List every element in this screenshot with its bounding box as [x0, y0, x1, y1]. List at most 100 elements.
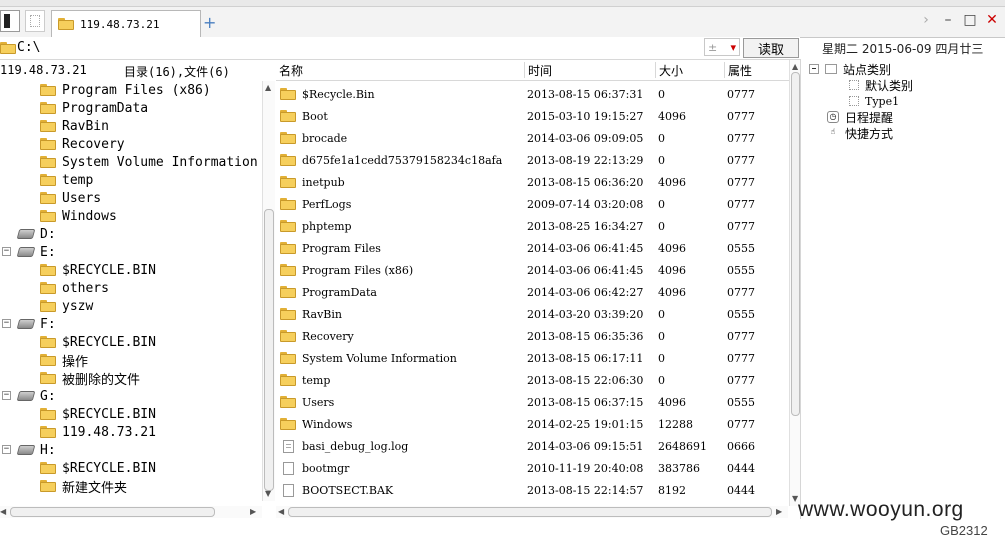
file-row[interactable]: Windows 2014-02-25 19:01:15 12288 0777	[276, 413, 788, 435]
file-name-cell: BOOTSECT.BAK	[280, 483, 393, 497]
tree-folder[interactable]: Windows	[40, 207, 117, 225]
tree-folder[interactable]: System Volume Information	[40, 153, 258, 171]
file-row[interactable]: RavBin 2014-03-20 03:39:20 0 0555	[276, 303, 788, 325]
file-row[interactable]: Boot 2015-03-10 19:15:27 4096 0777	[276, 105, 788, 127]
file-row[interactable]: $Recycle.Bin 2013-08-15 06:37:31 0 0777	[276, 83, 788, 105]
column-name[interactable]: 名称	[276, 62, 303, 78]
file-row[interactable]: basi_debug_log.log 2014-03-06 09:15:51 264…	[276, 435, 788, 457]
charset-dropdown[interactable]: ± ▾	[704, 38, 740, 56]
scroll-thumb[interactable]	[288, 507, 772, 517]
path-input[interactable]: C:\	[17, 40, 40, 55]
file-attr: 0777	[727, 373, 755, 387]
tree-item-label: 操作	[62, 354, 89, 370]
scroll-left-icon[interactable]: ◀	[278, 507, 284, 516]
scroll-thumb[interactable]	[10, 507, 215, 517]
site-tree-item[interactable]: ☝ 快捷方式	[809, 125, 893, 141]
file-row[interactable]: temp 2013-08-15 22:06:30 0 0777	[276, 369, 788, 391]
file-attr: 0777	[727, 109, 755, 123]
tree-vertical-scrollbar[interactable]: ▲ ▼	[262, 81, 275, 501]
tree-folder[interactable]: Users	[40, 189, 101, 207]
tree-folder[interactable]: others	[40, 279, 109, 297]
file-row[interactable]: BOOTSECT.BAK 2013-08-15 22:14:57 8192 0444	[276, 479, 788, 501]
add-tab-button[interactable]: +	[203, 13, 216, 32]
column-time[interactable]: 时间	[524, 62, 552, 78]
tree-folder[interactable]: $RECYCLE.BIN	[40, 333, 156, 351]
file-row[interactable]: bootmgr 2010-11-19 20:40:08 383786 0444	[276, 457, 788, 479]
tree-drive[interactable]: − E:	[2, 243, 56, 261]
file-row[interactable]: System Volume Information 2013-08-15 06:1…	[276, 347, 788, 369]
tree-folder[interactable]: ProgramData	[40, 99, 148, 117]
tree-folder[interactable]: Recovery	[40, 135, 125, 153]
file-time: 2013-08-15 06:17:11	[527, 351, 644, 365]
file-row[interactable]: ProgramData 2014-03-06 06:42:27 4096 0777	[276, 281, 788, 303]
file-name: Program Files	[302, 241, 381, 255]
tab-bar: 119.48.73.21 + › – □ ✕	[0, 7, 1005, 38]
tree-folder[interactable]: 119.48.73.21	[40, 423, 156, 441]
scroll-thumb[interactable]	[791, 72, 800, 416]
collapse-icon[interactable]: −	[2, 445, 11, 454]
scroll-thumb[interactable]	[264, 209, 274, 491]
column-size[interactable]: 大小	[655, 62, 683, 78]
tree-item-label: 被删除的文件	[62, 372, 141, 388]
file-row[interactable]: PerfLogs 2009-07-14 03:20:08 0 0777	[276, 193, 788, 215]
tree-folder[interactable]: RavBin	[40, 117, 109, 135]
tab-active[interactable]: 119.48.73.21	[51, 10, 201, 37]
collapse-icon[interactable]: −	[2, 319, 11, 328]
maximize-button[interactable]: □	[961, 11, 979, 29]
read-button[interactable]: 读取	[743, 38, 799, 58]
tree-drive[interactable]: − G:	[2, 387, 56, 405]
file-row[interactable]: Users 2013-08-15 06:37:15 4096 0555	[276, 391, 788, 413]
file-row[interactable]: inetpub 2013-08-15 06:36:20 4096 0777	[276, 171, 788, 193]
scroll-right-icon[interactable]: ▶	[250, 507, 256, 516]
minimize-button[interactable]: –	[939, 11, 957, 29]
panel-toggle-button[interactable]	[0, 10, 20, 32]
shortcut-icon: ☝	[830, 127, 836, 136]
tree-drive[interactable]: D:	[16, 225, 56, 243]
tree-folder[interactable]: $RECYCLE.BIN	[40, 261, 156, 279]
file-name: basi_debug_log.log	[302, 439, 409, 453]
tree-folder[interactable]: 新建文件夹	[40, 477, 127, 496]
file-row[interactable]: d675fe1a1cedd75379158234c18afa 2013-08-19…	[276, 149, 788, 171]
close-button[interactable]: ✕	[983, 11, 1001, 29]
tree-drive[interactable]: − H:	[2, 441, 56, 459]
collapse-icon[interactable]: −	[2, 391, 11, 400]
file-attr: 0555	[727, 263, 755, 277]
file-row[interactable]: Recovery 2013-08-15 06:35:36 0 0777	[276, 325, 788, 347]
tree-folder[interactable]: Program Files (x86)	[40, 81, 211, 99]
collapse-icon[interactable]	[809, 64, 819, 74]
site-tree-item[interactable]: Type1	[849, 93, 899, 109]
list-horizontal-scrollbar[interactable]: ◀ ▶	[276, 506, 788, 518]
collapse-icon[interactable]: −	[2, 247, 11, 256]
file-name: Users	[302, 395, 335, 409]
scroll-right-icon[interactable]: ▶	[776, 507, 782, 516]
tree-folder[interactable]: 被删除的文件	[40, 369, 141, 388]
scroll-down-icon[interactable]: ▼	[265, 489, 271, 498]
panel-divider[interactable]	[800, 59, 801, 519]
file-row[interactable]: brocade 2014-03-06 09:09:05 0 0777	[276, 127, 788, 149]
file-row[interactable]: Program Files (x86) 2014-03-06 06:41:45 40…	[276, 259, 788, 281]
new-blank-button[interactable]	[25, 10, 45, 32]
folder-icon	[40, 192, 56, 204]
site-tree-item[interactable]: ◷ 日程提醒	[809, 109, 893, 125]
tree-folder[interactable]: $RECYCLE.BIN	[40, 459, 156, 477]
tree-folder[interactable]: 操作	[40, 351, 89, 370]
scroll-left-icon[interactable]: ◀	[0, 507, 6, 516]
chevron-right-icon[interactable]: ›	[917, 11, 935, 29]
file-row[interactable]: Program Files 2014-03-06 06:41:45 4096 0555	[276, 237, 788, 259]
tree-folder[interactable]: $RECYCLE.BIN	[40, 405, 156, 423]
tree-folder[interactable]: temp	[40, 171, 93, 189]
column-attr[interactable]: 属性	[724, 62, 752, 78]
file-row[interactable]: phptemp 2013-08-25 16:34:27 0 0777	[276, 215, 788, 237]
tree-item-label: $RECYCLE.BIN	[62, 262, 156, 278]
tree-drive[interactable]: − F:	[2, 315, 56, 333]
tree-folder[interactable]: yszw	[40, 297, 93, 315]
site-tree-item[interactable]: 默认类别	[849, 77, 913, 93]
scroll-up-icon[interactable]: ▲	[792, 62, 798, 71]
tree-item-label: D:	[40, 226, 56, 242]
file-name-cell: System Volume Information	[280, 352, 457, 365]
file-name-cell: temp	[280, 374, 330, 387]
scroll-up-icon[interactable]: ▲	[265, 83, 271, 92]
tree-horizontal-scrollbar[interactable]: ◀ ▶	[0, 506, 262, 518]
site-tree-item[interactable]: 站点类别	[809, 61, 891, 77]
file-name: Boot	[302, 109, 328, 123]
